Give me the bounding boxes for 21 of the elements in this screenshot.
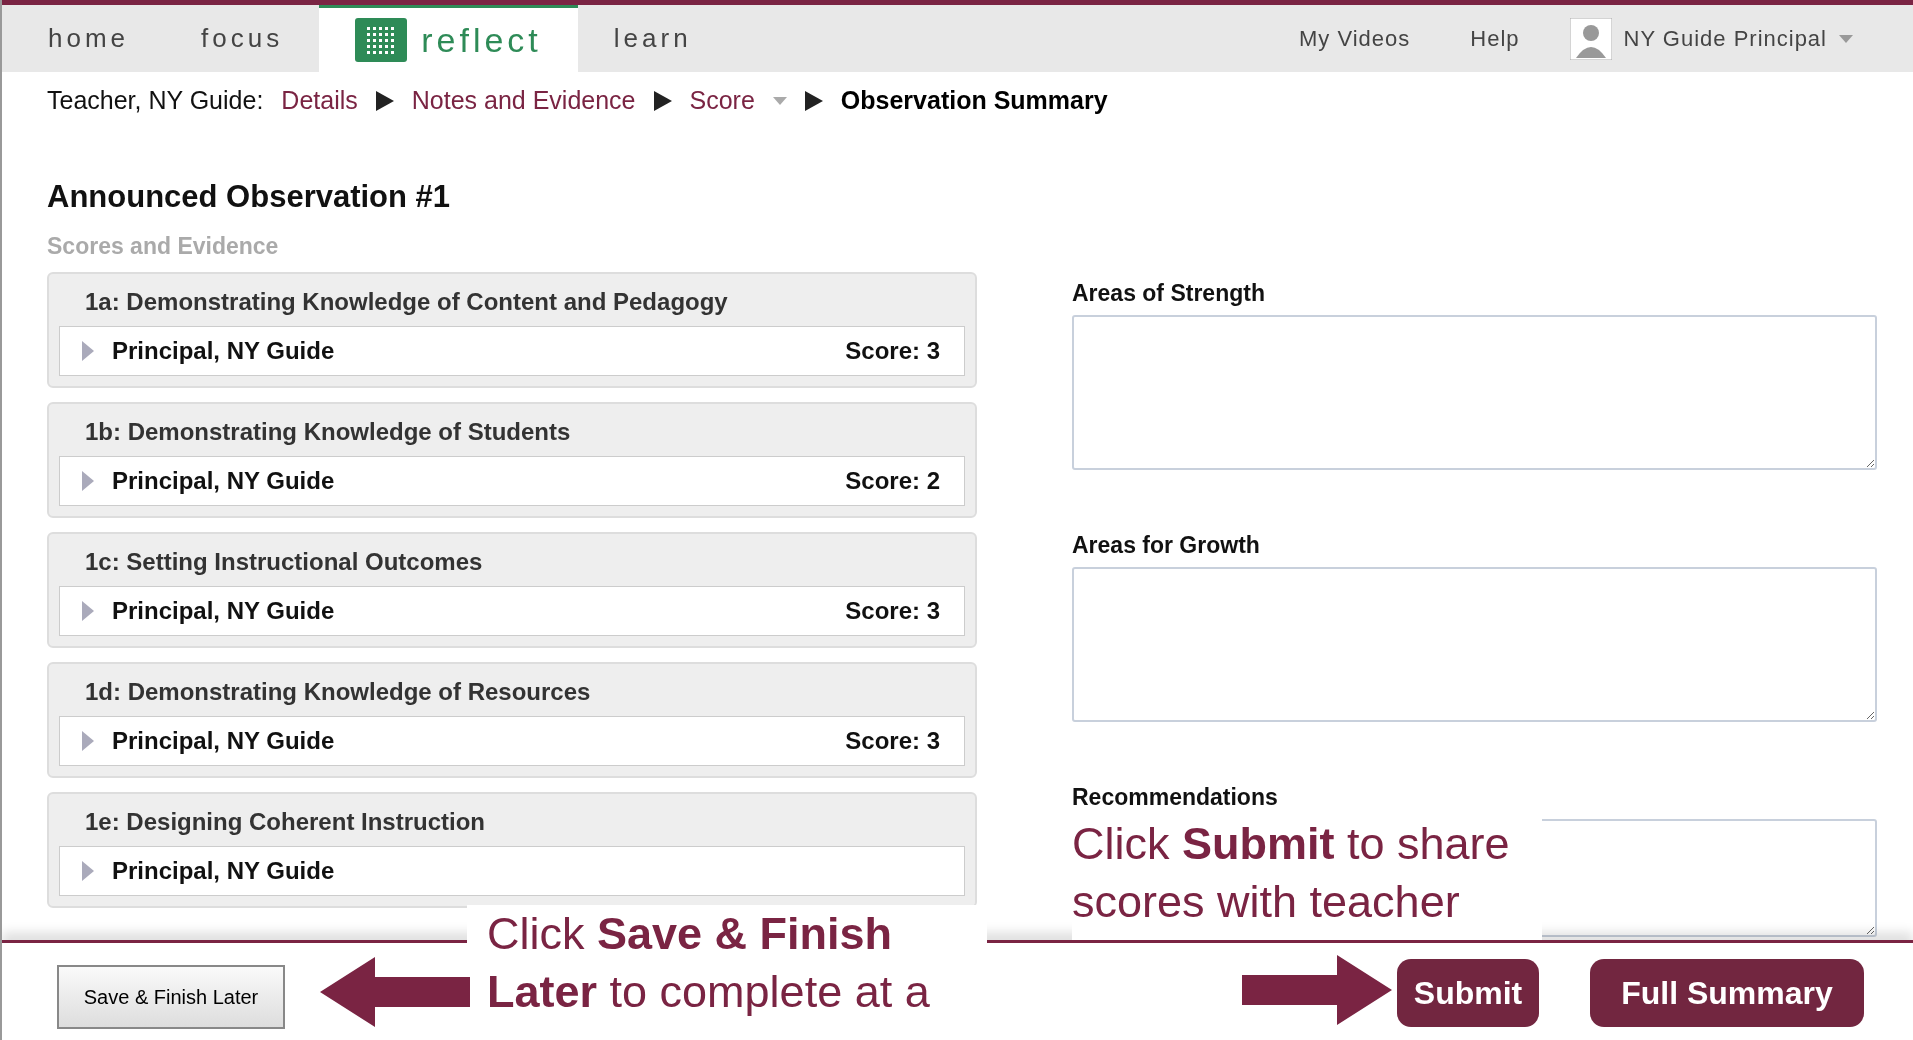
reviewer-name: Principal, NY Guide — [112, 337, 336, 365]
card-title: 1c: Setting Instructional Outcomes — [84, 547, 484, 577]
card-title: 1d: Demonstrating Knowledge of Resources — [84, 677, 592, 707]
field-label: Areas of Strength — [1072, 280, 1266, 307]
breadcrumb-label: Teacher, NY Guide: — [47, 86, 264, 115]
reviewer-name: Principal, NY Guide — [112, 597, 336, 625]
score-value: Score: 3 — [845, 727, 940, 755]
score-value: Score: 2 — [845, 467, 940, 495]
section-subtitle: Scores and Evidence — [47, 233, 280, 260]
callout-tooltip: Click Save & Finish Later to complete at a — [467, 905, 987, 1040]
card-title: 1e: Designing Coherent Instruction — [84, 807, 487, 837]
reviewer-name: Principal, NY Guide — [112, 857, 336, 885]
page-title: Announced Observation #1 — [47, 179, 452, 215]
score-value: Score: 3 — [845, 597, 940, 625]
card-title: 1b: Demonstrating Knowledge of Students — [84, 417, 572, 447]
reviewer-name: Principal, NY Guide — [112, 727, 336, 755]
card-title: 1a: Demonstrating Knowledge of Content and Pedagogy — [84, 287, 729, 317]
field-label: Recommendations — [1072, 784, 1279, 811]
field-label: Areas for Growth — [1072, 532, 1261, 559]
reviewer-name: Principal, NY Guide — [112, 467, 336, 495]
score-value: Score: 3 — [845, 337, 940, 365]
